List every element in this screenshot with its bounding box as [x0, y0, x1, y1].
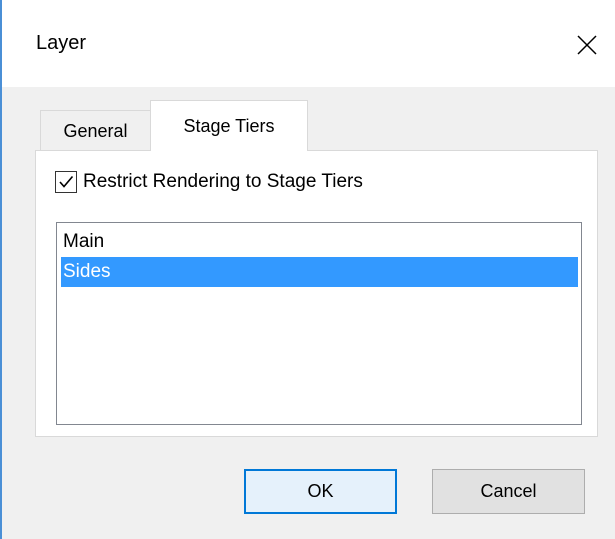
ok-button-label: OK	[307, 481, 334, 501]
restrict-rendering-checkbox[interactable]	[55, 171, 77, 193]
tab-general-label: General	[63, 120, 128, 141]
tab-stage-tiers[interactable]: Stage Tiers	[150, 100, 308, 151]
close-button[interactable]	[560, 20, 610, 66]
window-title: Layer	[36, 32, 87, 54]
tab-general[interactable]: General	[40, 110, 151, 151]
cancel-button[interactable]: Cancel	[432, 469, 585, 514]
title-bar: Layer	[2, 0, 615, 87]
stage-tiers-listbox[interactable]: Main Sides	[56, 222, 582, 425]
close-icon	[577, 35, 597, 55]
restrict-rendering-checkbox-row[interactable]: Restrict Rendering to Stage Tiers	[55, 168, 363, 196]
list-item-label: Sides	[63, 261, 111, 282]
tab-stage-tiers-label: Stage Tiers	[183, 115, 275, 136]
list-item-sides[interactable]: Sides	[61, 257, 578, 287]
restrict-rendering-label: Restrict Rendering to Stage Tiers	[83, 171, 363, 192]
list-item-main[interactable]: Main	[61, 227, 578, 257]
checkmark-icon	[59, 175, 74, 188]
ok-button[interactable]: OK	[244, 469, 397, 514]
cancel-button-label: Cancel	[480, 481, 537, 501]
list-item-label: Main	[63, 231, 105, 252]
